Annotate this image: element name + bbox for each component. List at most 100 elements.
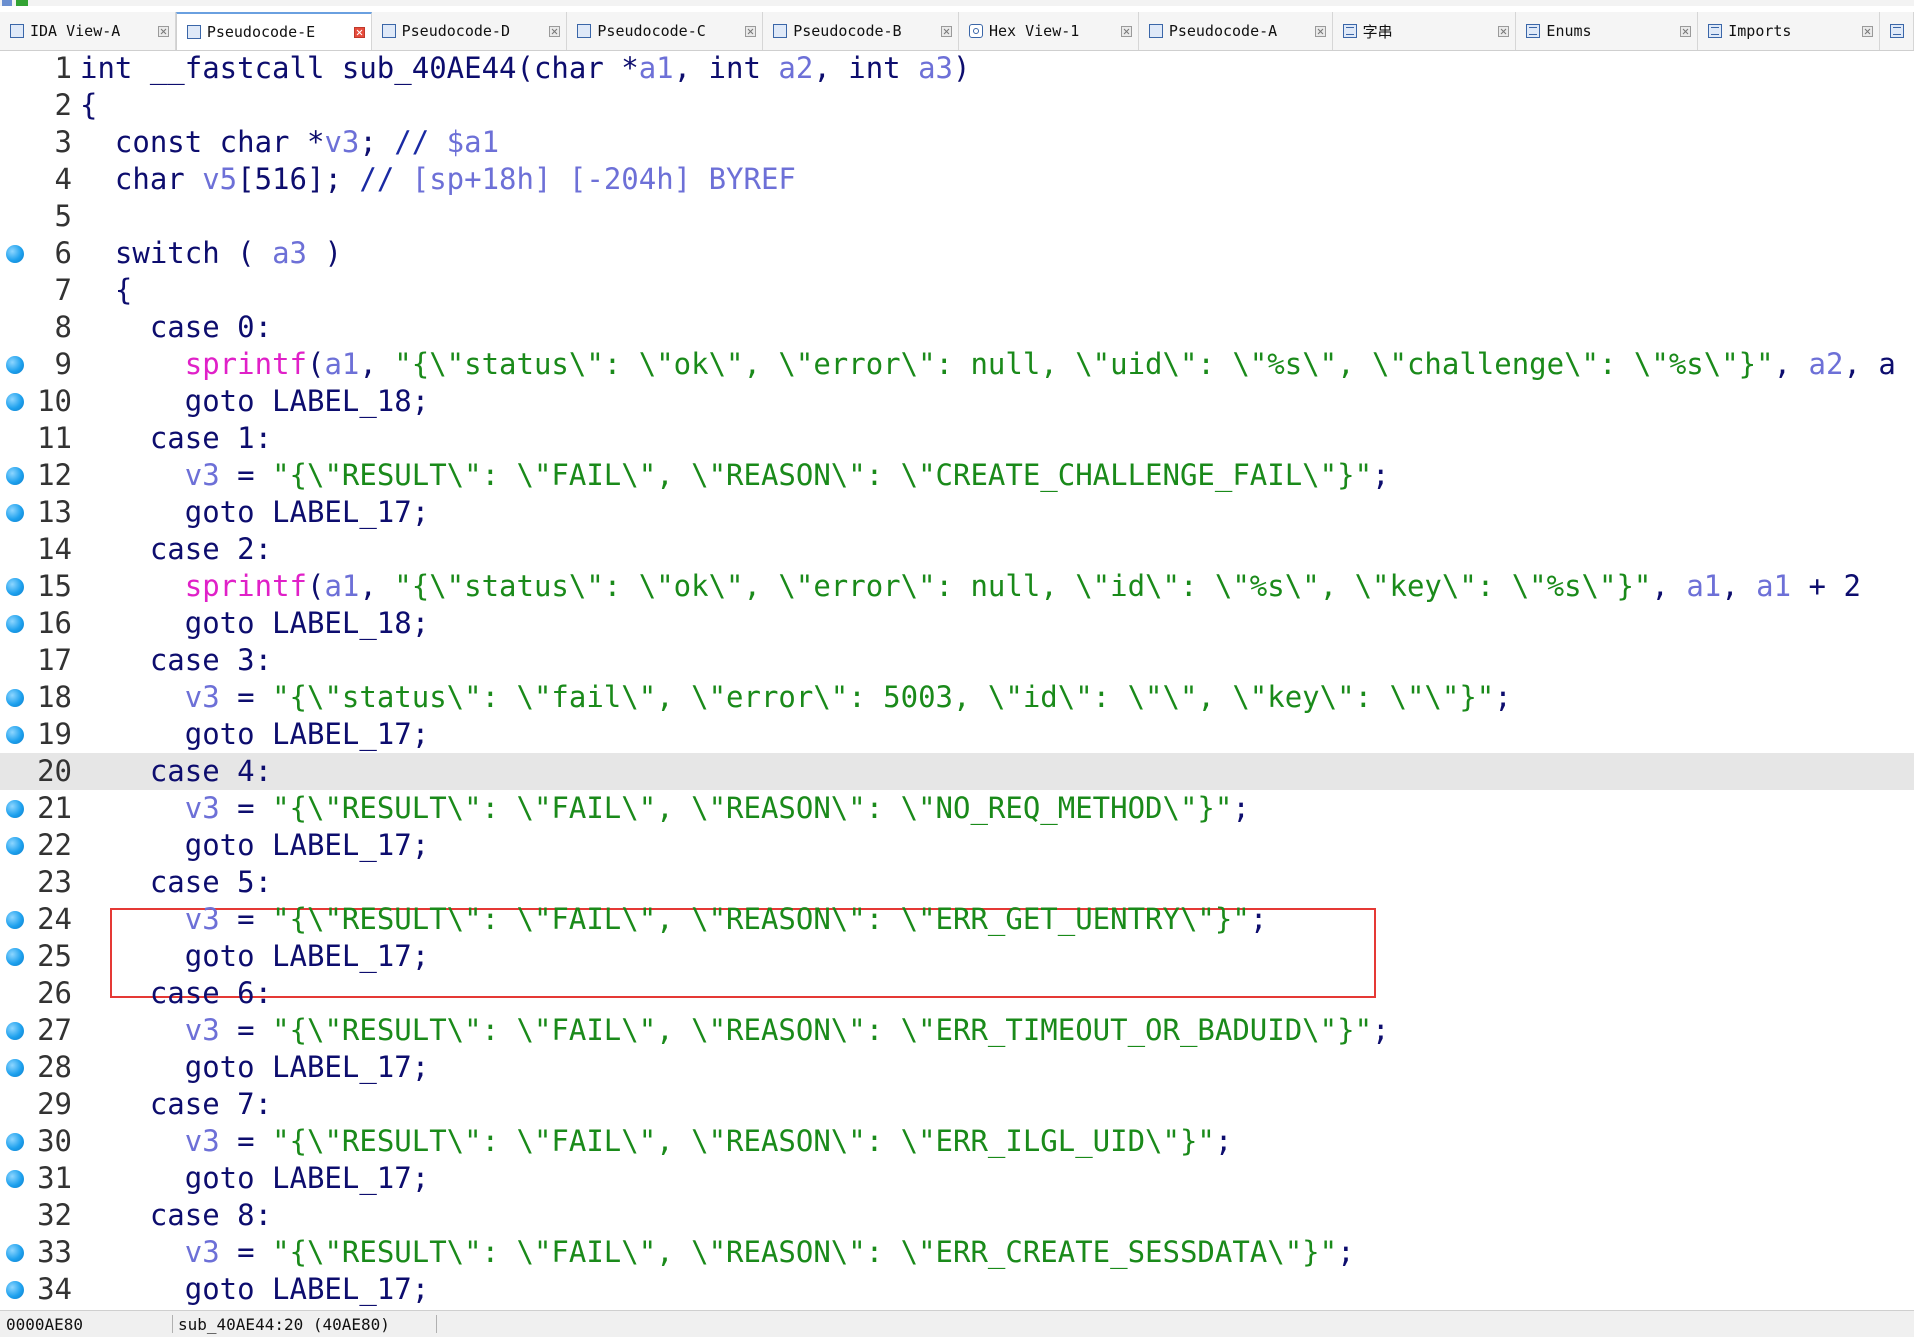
close-icon[interactable] (1314, 25, 1326, 37)
close-icon[interactable] (1498, 25, 1510, 37)
tab-imports[interactable]: Imports (1698, 12, 1881, 50)
code-text[interactable]: case 8: (80, 1197, 272, 1234)
code-line[interactable]: 2{ (0, 87, 1914, 124)
code-line[interactable]: 16 goto LABEL_18; (0, 605, 1914, 642)
code-line[interactable]: 8 case 0: (0, 309, 1914, 346)
code-text[interactable]: goto LABEL_17; (80, 1049, 429, 1086)
status-location: sub_40AE44:20 (40AE80) (178, 1315, 390, 1334)
code-line[interactable]: 21 v3 = "{\"RESULT\": \"FAIL\", \"REASON… (0, 790, 1914, 827)
tab-hex-view-1[interactable]: Hex View-1 (959, 12, 1139, 50)
code-text[interactable]: v3 = "{\"RESULT\": \"FAIL\", \"REASON\":… (80, 1234, 1355, 1271)
code-line[interactable]: 20 case 4: (0, 753, 1914, 790)
code-text[interactable]: goto LABEL_17; (80, 827, 429, 864)
code-line[interactable]: 25 goto LABEL_17; (0, 938, 1914, 975)
tab-pseudocode-a[interactable]: Pseudocode-A (1139, 12, 1333, 50)
code-line[interactable]: 19 goto LABEL_17; (0, 716, 1914, 753)
code-text[interactable]: v3 = "{\"RESULT\": \"FAIL\", \"REASON\":… (80, 901, 1268, 938)
tab-enums[interactable]: Enums (1516, 12, 1699, 50)
tab-字串[interactable]: 字串 (1333, 12, 1517, 50)
line-number: 1 (54, 51, 72, 85)
code-text[interactable]: int __fastcall sub_40AE44(char *a1, int … (80, 50, 970, 87)
code-text[interactable]: case 2: (80, 531, 272, 568)
code-line[interactable]: 27 v3 = "{\"RESULT\": \"FAIL\", \"REASON… (0, 1012, 1914, 1049)
code-text[interactable]: goto LABEL_18; (80, 383, 429, 420)
close-icon[interactable] (745, 25, 757, 37)
close-icon[interactable] (1680, 25, 1692, 37)
tab-label: Pseudocode-B (793, 22, 902, 40)
code-line[interactable]: 13 goto LABEL_17; (0, 494, 1914, 531)
code-line[interactable]: 11 case 1: (0, 420, 1914, 457)
code-text[interactable]: goto LABEL_17; (80, 716, 429, 753)
pseudocode-view[interactable]: 1 int __fastcall sub_40AE44(char *a1, int… (0, 50, 1914, 1308)
code-text[interactable]: v3 = "{\"RESULT\": \"FAIL\", \"REASON\":… (80, 1123, 1233, 1160)
code-line[interactable]: 17 case 3: (0, 642, 1914, 679)
tab-pseudocode-c[interactable]: Pseudocode-C (567, 12, 764, 50)
line-number: 26 (37, 976, 72, 1010)
close-icon[interactable] (941, 25, 952, 37)
status-bar: 0000AE80 sub_40AE44:20 (40AE80) (0, 1310, 1914, 1337)
code-text[interactable]: goto LABEL_17; (80, 1160, 429, 1197)
code-text[interactable]: goto LABEL_17; (80, 494, 429, 531)
code-line[interactable]: 32 case 8: (0, 1197, 1914, 1234)
code-line[interactable]: 33 v3 = "{\"RESULT\": \"FAIL\", \"REASON… (0, 1234, 1914, 1271)
close-icon[interactable] (1120, 25, 1132, 37)
code-text[interactable]: char v5[516]; // [sp+18h] [-204h] BYREF (80, 161, 796, 198)
code-text[interactable]: case 5: (80, 864, 272, 901)
code-text[interactable]: sprintf(a1, "{\"status\": \"ok\", \"erro… (80, 346, 1896, 383)
code-text[interactable]: case 0: (80, 309, 272, 346)
line-number: 25 (37, 939, 72, 973)
tab-bar: IDA View-A Pseudocode-E Pseudocode-D Pseudo… (0, 12, 1914, 51)
code-line[interactable]: 22 goto LABEL_17; (0, 827, 1914, 864)
code-text[interactable]: sprintf(a1, "{\"status\": \"ok\", \"erro… (80, 568, 1861, 605)
code-text[interactable]: v3 = "{\"status\": \"fail\", \"error\": … (80, 679, 1512, 716)
code-line[interactable]: 26 case 6: (0, 975, 1914, 1012)
code-line[interactable]: 15 sprintf(a1, "{\"status\": \"ok\", \"e… (0, 568, 1914, 605)
code-text[interactable]: switch ( a3 ) (80, 235, 342, 272)
code-line[interactable]: 31 goto LABEL_17; (0, 1160, 1914, 1197)
code-line[interactable]: 28 goto LABEL_17; (0, 1049, 1914, 1086)
tab-pseudocode-e[interactable]: Pseudocode-E (175, 12, 372, 50)
code-text[interactable]: { (80, 272, 132, 309)
tab-ida-view-a[interactable]: IDA View-A (0, 12, 176, 50)
code-line[interactable]: 7 { (0, 272, 1914, 309)
code-text[interactable]: { (80, 87, 97, 124)
doc-icon (577, 24, 592, 38)
code-line[interactable]: 4 char v5[516]; // [sp+18h] [-204h] BYRE… (0, 161, 1914, 198)
code-line[interactable]: 14 case 2: (0, 531, 1914, 568)
status-separator (436, 1315, 437, 1333)
code-line[interactable]: 12 v3 = "{\"RESULT\": \"FAIL\", \"REASON… (0, 457, 1914, 494)
tab-label: Pseudocode-E (206, 23, 316, 41)
code-line[interactable]: 9 sprintf(a1, "{\"status\": \"ok\", \"er… (0, 346, 1914, 383)
code-text[interactable]: goto LABEL_17; (80, 1271, 429, 1308)
close-icon[interactable] (549, 25, 561, 37)
close-icon[interactable] (157, 25, 169, 37)
close-icon[interactable] (1862, 25, 1874, 37)
code-text[interactable]: case 7: (80, 1086, 272, 1123)
code-line[interactable]: 34 goto LABEL_17; (0, 1271, 1914, 1308)
code-line[interactable]: 5 (0, 198, 1914, 235)
tab-more[interactable] (1880, 12, 1914, 50)
code-line[interactable]: 24 v3 = "{\"RESULT\": \"FAIL\", \"REASON… (0, 901, 1914, 938)
code-text[interactable]: case 1: (80, 420, 272, 457)
code-text[interactable]: const char *v3; // $a1 (80, 124, 499, 161)
code-text[interactable]: v3 = "{\"RESULT\": \"FAIL\", \"REASON\":… (80, 790, 1250, 827)
code-line[interactable]: 23 case 5: (0, 864, 1914, 901)
code-text[interactable]: v3 = "{\"RESULT\": \"FAIL\", \"REASON\":… (80, 1012, 1390, 1049)
code-line[interactable]: 30 v3 = "{\"RESULT\": \"FAIL\", \"REASON… (0, 1123, 1914, 1160)
code-text[interactable]: goto LABEL_18; (80, 605, 429, 642)
code-line[interactable]: 29 case 7: (0, 1086, 1914, 1123)
code-line[interactable]: 10 goto LABEL_18; (0, 383, 1914, 420)
code-line[interactable]: 3 const char *v3; // $a1 (0, 124, 1914, 161)
code-text[interactable]: goto LABEL_17; (80, 938, 429, 975)
code-text[interactable]: case 6: (80, 975, 272, 1012)
code-line[interactable]: 1 int __fastcall sub_40AE44(char *a1, int… (0, 50, 1914, 87)
code-text[interactable]: case 4: (80, 753, 272, 790)
code-text[interactable]: case 3: (80, 642, 272, 679)
code-line[interactable]: 6 switch ( a3 ) (0, 235, 1914, 272)
code-line[interactable]: 18 v3 = "{\"status\": \"fail\", \"error\… (0, 679, 1914, 716)
tab-pseudocode-b[interactable]: Pseudocode-B (763, 12, 959, 50)
code-text[interactable]: v3 = "{\"RESULT\": \"FAIL\", \"REASON\":… (80, 457, 1390, 494)
line-number: 21 (37, 791, 72, 825)
close-icon[interactable] (353, 26, 365, 38)
tab-pseudocode-d[interactable]: Pseudocode-D (372, 12, 568, 50)
